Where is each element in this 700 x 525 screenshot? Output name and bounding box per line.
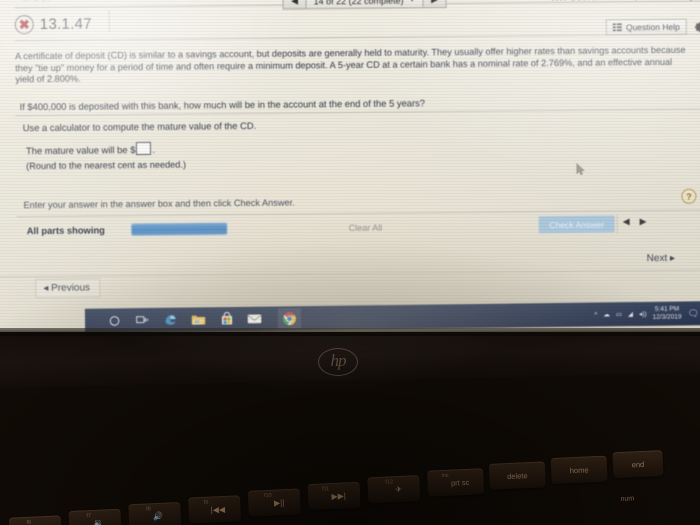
next-track-icon: ▶▶|	[331, 490, 347, 501]
question-help-label: Question Help	[625, 21, 680, 33]
pager-label: 14 of 22 (22 complete)	[313, 0, 404, 6]
key-f7-volume-down[interactable]: f7 🔉	[68, 508, 122, 525]
all-parts-showing-label: All parts showing	[26, 224, 105, 237]
chevron-up-icon[interactable]: ^	[594, 311, 597, 318]
header-divider	[108, 10, 110, 33]
key-end[interactable]: end	[612, 450, 664, 479]
key-f6-label: f6	[26, 519, 32, 525]
system-tray[interactable]: ^ ☁ ▭ ◢ ◂)) 5:41 PM 12/3/2019 🗨	[594, 301, 699, 326]
help-badge-icon[interactable]: ?	[681, 188, 697, 204]
key-home-label: home	[569, 464, 589, 475]
key-f11-next-track[interactable]: f11 ▶▶|	[307, 481, 361, 511]
mail-icon[interactable]	[247, 311, 262, 326]
chevron-down-icon: ▼	[409, 0, 416, 3]
check-answer-button[interactable]: Check Answer	[538, 215, 615, 234]
gear-icon[interactable]	[694, 20, 700, 33]
question-help-group[interactable]: Question Help	[605, 18, 700, 36]
key-f11-label: f11	[321, 486, 330, 493]
volume-icon[interactable]: ◂))	[639, 310, 647, 318]
action-divider	[616, 214, 618, 234]
key-f12-label: f12	[385, 479, 394, 486]
next-arrow-icon: ▸	[669, 252, 676, 264]
mymathlab-exercise-page: of 1 pt ◀ 14 of 22 (22 complete) ▼ ▶ HW …	[0, 0, 700, 315]
key-f6-mute[interactable]: f6 🔇	[8, 515, 62, 525]
clock[interactable]: 5:41 PM 12/3/2019	[653, 305, 682, 321]
answer-prefix-label: The mature value will be $	[25, 144, 136, 157]
question-help-button[interactable]: Question Help	[605, 18, 687, 36]
next-label: Next	[646, 252, 668, 265]
key-print-screen[interactable]: ins prt sc	[427, 468, 485, 497]
play-pause-icon: ▶||	[273, 497, 285, 508]
parts-progress-bar	[130, 222, 228, 237]
key-f9-previous-track[interactable]: f9 |◀◀	[187, 495, 242, 524]
key-prtsc-label: prt sc	[450, 477, 470, 488]
previous-track-icon: |◀◀	[210, 504, 226, 515]
action-center-icon[interactable]: 🗨	[687, 308, 699, 319]
exercise-number: 13.1.47	[39, 15, 92, 33]
key-delete[interactable]: delete	[488, 461, 546, 490]
previous-label: Previous	[51, 282, 91, 294]
key-f8-volume-up[interactable]: f8 🔊	[128, 501, 182, 525]
num-lock-label: num	[620, 495, 635, 503]
clear-all-button[interactable]: Clear All	[349, 223, 383, 233]
volume-up-icon: 🔊	[152, 511, 164, 521]
battery-icon[interactable]: ▭	[616, 310, 622, 318]
edge-browser-icon[interactable]	[163, 312, 178, 327]
screen-lower-edge	[0, 328, 700, 336]
previous-button[interactable]: ◂ Previous	[35, 278, 101, 299]
action-bar: All parts showing Clear All Check Answer…	[0, 214, 700, 246]
pager-previous-button[interactable]: ◀	[282, 0, 307, 10]
parts-progress-fill	[131, 223, 227, 236]
key-f8-label: f8	[146, 506, 151, 513]
problem-instruction: Use a calculator to compute the mature v…	[22, 119, 257, 134]
answer-prev-arrow-icon[interactable]: ◀	[623, 216, 630, 227]
divider-above-previous	[0, 269, 700, 278]
next-button[interactable]: Next ▸	[647, 253, 675, 264]
key-f12-airplane-mode[interactable]: f12 ✈	[367, 475, 421, 504]
answer-nav-arrows[interactable]: ◀ ▶	[623, 216, 647, 227]
question-pager[interactable]: ◀ 14 of 22 (22 complete) ▼ ▶	[282, 0, 447, 10]
pager-next-button[interactable]: ▶	[422, 0, 447, 9]
key-delete-label: delete	[506, 470, 528, 481]
microsoft-store-icon[interactable]	[219, 311, 234, 326]
key-f10-label: f10	[263, 492, 272, 500]
problem-statement: A certificate of deposit (CD) is similar…	[15, 44, 686, 85]
hw-score-label: HW Score:	[551, 0, 599, 3]
points-label: of 1 pt	[22, 0, 50, 3]
previous-arrow-icon: ◂	[43, 282, 49, 294]
cortana-circle-icon[interactable]	[107, 313, 122, 328]
task-view-icon[interactable]	[135, 312, 150, 327]
answer-input[interactable]	[136, 141, 152, 156]
key-f10-play-pause[interactable]: f10 ▶||	[247, 488, 301, 517]
enter-answer-hint: Enter your answer in the answer box and …	[23, 197, 295, 211]
key-end-label: end	[631, 459, 645, 469]
answer-next-arrow-icon[interactable]: ▶	[640, 216, 647, 227]
header-underline	[14, 33, 700, 42]
volume-down-icon: 🔉	[93, 517, 104, 525]
photo-of-laptop-screen: hp f6 🔇 f7 🔉 f8 🔊 f9 |◀◀ f10 ▶|| f11 ▶▶|…	[0, 0, 700, 525]
key-f7-label: f7	[86, 512, 92, 520]
answer-suffix-label: .	[152, 143, 156, 155]
incorrect-status-icon: ✖	[14, 15, 34, 35]
list-icon	[612, 23, 622, 32]
key-f9-label: f9	[203, 499, 209, 506]
answer-block: The mature value will be $. (Round to th…	[25, 141, 187, 174]
mouse-cursor-icon	[576, 163, 585, 176]
wifi-icon[interactable]: ◢	[628, 310, 633, 318]
pager-dropdown[interactable]: 14 of 22 (22 complete) ▼	[306, 0, 423, 10]
key-ins-label: ins	[441, 472, 449, 480]
onedrive-icon[interactable]: ☁	[603, 310, 610, 318]
exercise-header: ✖ 13.1.47	[14, 14, 92, 35]
key-home[interactable]: home	[550, 455, 608, 485]
laptop-screen: of 1 pt ◀ 14 of 22 (22 complete) ▼ ▶ HW …	[0, 0, 700, 332]
hp-brand-logo: hp	[318, 348, 358, 376]
rounding-note: (Round to the nearest cent as needed.)	[26, 159, 187, 172]
airplane-icon: ✈	[395, 484, 403, 494]
chrome-browser-icon[interactable]	[277, 307, 302, 329]
file-explorer-icon[interactable]	[191, 312, 206, 327]
clock-date: 12/3/2019	[652, 313, 682, 321]
